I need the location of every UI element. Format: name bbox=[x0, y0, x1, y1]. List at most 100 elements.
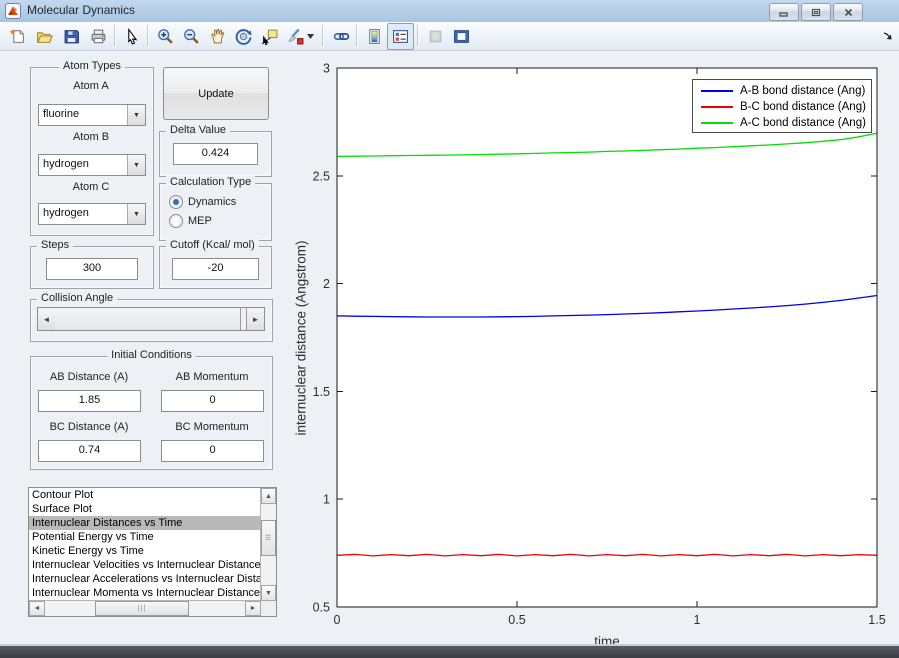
chevron-down-icon[interactable]: ▼ bbox=[127, 204, 145, 224]
x-tick-label: 1 bbox=[694, 613, 701, 627]
ab-distance-field[interactable]: 1.85 bbox=[38, 390, 141, 412]
dynamics-radio[interactable]: Dynamics bbox=[169, 194, 236, 210]
collision-angle-title: Collision Angle bbox=[37, 292, 118, 304]
scrollbar-corner bbox=[261, 601, 276, 616]
pointer-icon[interactable] bbox=[119, 23, 146, 50]
plot-legend[interactable]: A-B bond distance (Ang) B-C bond distanc… bbox=[692, 79, 872, 133]
list-item[interactable]: Internuclear Momenta vs Internuclear Dis… bbox=[29, 586, 261, 600]
plot-type-list[interactable]: Contour Plot Surface Plot Internuclear Dis… bbox=[29, 488, 261, 601]
legend-label: A-C bond distance (Ang) bbox=[740, 117, 866, 129]
window-bottom-border bbox=[0, 646, 899, 658]
brush-dropdown-icon[interactable] bbox=[303, 23, 318, 50]
legend-entry: A-B bond distance (Ang) bbox=[693, 83, 871, 99]
new-figure-icon[interactable] bbox=[4, 23, 31, 50]
open-file-icon[interactable] bbox=[31, 23, 58, 50]
rotate-3d-icon[interactable] bbox=[230, 23, 257, 50]
print-figure-icon[interactable] bbox=[85, 23, 112, 50]
x-tick-label: 0 bbox=[334, 613, 341, 627]
scroll-up-icon[interactable]: ▲ bbox=[261, 488, 276, 504]
x-tick-label: 0.5 bbox=[508, 613, 525, 627]
horizontal-scroll-thumb[interactable]: ||| bbox=[95, 601, 189, 616]
atom-b-dropdown[interactable]: hydrogen ▼ bbox=[38, 154, 146, 176]
atom-a-dropdown[interactable]: fluorine ▼ bbox=[38, 104, 146, 126]
cutoff-title: Cutoff (Kcal/ mol) bbox=[166, 239, 259, 251]
list-item[interactable]: Kinetic Energy vs Time bbox=[29, 544, 261, 558]
atom-a-value: fluorine bbox=[43, 108, 80, 120]
minimize-button[interactable] bbox=[769, 3, 799, 21]
toolbar-separator bbox=[114, 25, 115, 46]
atom-a-label: Atom A bbox=[73, 80, 109, 92]
x-tick-label: 1.5 bbox=[868, 613, 885, 627]
atom-b-value: hydrogen bbox=[43, 158, 89, 170]
listbox-horizontal-scrollbar[interactable]: ◄ ||| ► bbox=[29, 600, 261, 616]
calculation-type-title: Calculation Type bbox=[166, 176, 256, 188]
y-tick-label: 1.5 bbox=[313, 385, 330, 399]
delta-value-title: Delta Value bbox=[166, 124, 231, 136]
zoom-out-icon[interactable] bbox=[178, 23, 205, 50]
data-cursor-icon[interactable] bbox=[256, 23, 283, 50]
show-plot-tools-icon[interactable] bbox=[448, 23, 475, 50]
figure-toolbar bbox=[0, 22, 899, 51]
vertical-scroll-thumb[interactable]: ☰ bbox=[261, 520, 276, 556]
collision-angle-slider[interactable]: ◄ ► bbox=[37, 307, 265, 331]
steps-field[interactable]: 300 bbox=[46, 258, 138, 280]
ab-momentum-label: AB Momentum bbox=[175, 371, 249, 383]
list-item[interactable]: Internuclear Distances vs Time bbox=[29, 516, 261, 530]
radio-icon[interactable] bbox=[169, 214, 183, 228]
ab-momentum-field[interactable]: 0 bbox=[161, 390, 264, 412]
scroll-left-icon[interactable]: ◄ bbox=[29, 601, 45, 616]
listbox-vertical-scrollbar[interactable]: ▲ ☰ ▼ bbox=[260, 488, 276, 601]
legend-entry: B-C bond distance (Ang) bbox=[693, 99, 871, 115]
data-line bbox=[336, 132, 878, 158]
update-button[interactable]: Update bbox=[163, 67, 269, 120]
legend-label: A-B bond distance (Ang) bbox=[740, 85, 866, 97]
y-tick-label: 2 bbox=[323, 277, 330, 291]
bc-distance-field[interactable]: 0.74 bbox=[38, 440, 141, 462]
toolbar-separator bbox=[147, 25, 148, 46]
atom-c-dropdown[interactable]: hydrogen ▼ bbox=[38, 203, 146, 225]
scroll-right-icon[interactable]: ► bbox=[245, 601, 261, 616]
axes-frame bbox=[336, 67, 878, 608]
toolbar-separator bbox=[322, 25, 323, 46]
list-item[interactable]: Internuclear Velocities vs Internuclear … bbox=[29, 558, 261, 572]
title-bar[interactable]: Molecular Dynamics bbox=[0, 0, 899, 23]
cutoff-field[interactable]: -20 bbox=[172, 258, 259, 280]
calculation-type-panel: Calculation Type bbox=[159, 176, 272, 241]
close-button[interactable] bbox=[833, 3, 863, 21]
bc-distance-label: BC Distance (A) bbox=[49, 421, 129, 433]
ab-distance-label: AB Distance (A) bbox=[49, 371, 129, 383]
list-item[interactable]: Contour Plot bbox=[29, 488, 261, 502]
scroll-down-icon[interactable]: ▼ bbox=[261, 585, 276, 601]
plot-type-listbox[interactable]: Contour Plot Surface Plot Internuclear Dis… bbox=[28, 487, 277, 617]
slider-right-arrow-icon[interactable]: ► bbox=[246, 308, 264, 330]
delta-value-field[interactable]: 0.424 bbox=[173, 143, 258, 165]
insert-colorbar-icon[interactable] bbox=[361, 23, 388, 50]
atom-types-title: Atom Types bbox=[59, 60, 125, 72]
bc-momentum-field[interactable]: 0 bbox=[161, 440, 264, 462]
slider-thumb[interactable] bbox=[55, 308, 241, 330]
plot-background bbox=[337, 68, 877, 607]
y-tick-label: 2.5 bbox=[313, 169, 330, 183]
chevron-down-icon[interactable]: ▼ bbox=[127, 105, 145, 125]
slider-left-arrow-icon[interactable]: ◄ bbox=[38, 308, 56, 330]
mep-radio[interactable]: MEP bbox=[169, 213, 212, 229]
window-title: Molecular Dynamics bbox=[27, 3, 136, 17]
molecular-dynamics-window: Molecular Dynamics Atom Types Atom A flu… bbox=[0, 0, 899, 658]
zoom-in-icon[interactable] bbox=[152, 23, 179, 50]
pan-icon[interactable] bbox=[204, 23, 231, 50]
chevron-down-icon[interactable]: ▼ bbox=[127, 155, 145, 175]
list-item[interactable]: Surface Plot bbox=[29, 502, 261, 516]
hide-plot-tools-icon[interactable] bbox=[422, 23, 449, 50]
initial-conditions-title: Initial Conditions bbox=[107, 349, 196, 361]
maximize-button[interactable] bbox=[801, 3, 831, 21]
save-figure-icon[interactable] bbox=[58, 23, 85, 50]
dock-figure-arrow-icon[interactable] bbox=[882, 30, 894, 42]
link-plot-icon[interactable] bbox=[328, 23, 355, 50]
data-line bbox=[336, 294, 878, 318]
list-item[interactable]: Internuclear Accelerations vs Internucle… bbox=[29, 572, 261, 586]
y-tick-label: 3 bbox=[323, 62, 330, 76]
radio-icon[interactable] bbox=[169, 195, 183, 209]
list-item[interactable]: Potential Energy vs Time bbox=[29, 530, 261, 544]
matlab-app-icon bbox=[5, 3, 21, 19]
insert-legend-icon[interactable] bbox=[387, 23, 414, 50]
